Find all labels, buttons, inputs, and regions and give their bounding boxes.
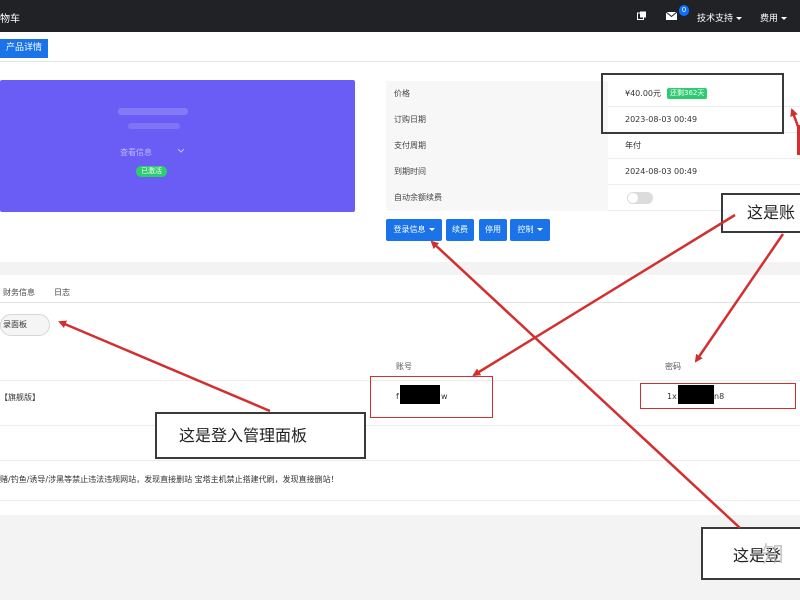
fee-menu-label: 费用 (760, 14, 779, 24)
login-info-label: 登录信息 (393, 225, 426, 234)
chevron-icon[interactable] (178, 149, 184, 153)
password-column-header: 密码 (665, 362, 681, 371)
table-divider (0, 425, 800, 426)
panel-annotation-text: 这是登入管理面板 (179, 426, 308, 445)
control-label: 控制 (517, 225, 534, 234)
chevron-down-icon (428, 228, 435, 231)
stop-button[interactable]: 停用 (479, 219, 507, 241)
info-row-expiry: 到期时间 2024-08-03 00:49 (386, 159, 800, 185)
info-label: 价格 (386, 81, 608, 107)
chevron-down-icon (536, 228, 543, 231)
login-annotation-box: 这是登 (701, 527, 800, 580)
status-badge: 已激活 (136, 166, 167, 177)
account-annotation-text: 这是账 (747, 203, 796, 222)
renew-button[interactable]: 续费 (446, 219, 474, 241)
breadcrumb: 产品详情 (0, 32, 800, 62)
info-label: 自动余额续费 (386, 185, 608, 211)
watermark: 知 (762, 543, 785, 568)
blurred-product-name (118, 108, 188, 115)
notice-divider (0, 500, 800, 501)
password-highlight-box (640, 383, 796, 409)
tab-finance[interactable]: 财务信息 (3, 287, 35, 298)
product-name-cell: 【旗舰版】 (0, 393, 40, 402)
login-panel-button[interactable]: 录面板 (0, 314, 50, 336)
notification-badge: 0 (679, 5, 689, 16)
info-label: 到期时间 (386, 159, 608, 185)
brand-title[interactable]: 物车 (0, 10, 20, 25)
toggle-knob (628, 193, 638, 203)
info-value: 2024-08-03 00:49 (625, 167, 698, 176)
price-annotation-box (601, 73, 784, 134)
login-info-button[interactable]: 登录信息 (386, 219, 442, 241)
control-button[interactable]: 控制 (510, 219, 550, 241)
fee-menu[interactable]: 费用 (760, 11, 788, 24)
info-row-billing-cycle: 支付周期 年付 (386, 133, 800, 159)
notice-divider (0, 460, 800, 461)
info-value: 年付 (625, 141, 641, 150)
chevron-down-icon (736, 17, 743, 20)
account-column-header: 账号 (396, 362, 412, 371)
info-label: 订购日期 (386, 107, 608, 133)
mail-icon[interactable] (666, 12, 677, 20)
info-label: 支付周期 (386, 133, 608, 159)
support-menu[interactable]: 技术支持 (697, 11, 743, 24)
panel-annotation-box: 这是登入管理面板 (155, 412, 366, 459)
chevron-down-icon (781, 17, 788, 20)
account-annotation-box: 这是账 (721, 193, 800, 233)
auto-renew-toggle[interactable] (627, 192, 653, 204)
policy-notice: 赌/钓鱼/诱导/涉黑等禁止违法违规网站，发现直接删站 宝塔主机禁止搭建代刷，发现… (0, 475, 339, 484)
support-menu-label: 技术支持 (697, 14, 734, 24)
top-navbar: 物车 0 技术支持 费用 (0, 0, 800, 32)
card-sub-label: 查看信息 (120, 148, 152, 157)
copy-icon[interactable] (637, 11, 647, 20)
blurred-product-id (128, 123, 180, 129)
product-card: 查看信息 已激活 (0, 80, 355, 212)
tab-log[interactable]: 日志 (54, 287, 70, 298)
product-detail-tab[interactable]: 产品详情 (0, 39, 49, 58)
account-highlight-box (370, 376, 493, 418)
tab-divider (0, 302, 800, 303)
